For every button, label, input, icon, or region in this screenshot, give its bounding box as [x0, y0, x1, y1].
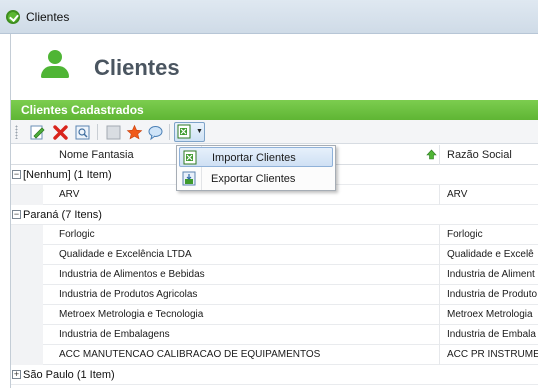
page-title: Clientes	[94, 55, 180, 80]
cell-razao-social: ACC PR INSTRUME	[447, 349, 538, 360]
group-row[interactable]: − Paraná (7 Itens)	[11, 205, 538, 225]
cell-razao-social: ARV	[447, 189, 468, 200]
group-row[interactable]: + São Paulo (1 Item)	[11, 365, 538, 385]
table-row[interactable]: Metroex Metrologia e Tecnologia Metroex …	[11, 305, 538, 325]
cell-razao-social: Industria de Aliment	[447, 269, 535, 280]
table-row[interactable]: Industria de Embalagens Industria de Emb…	[11, 325, 538, 345]
table-row[interactable]: Forlogic Forlogic	[11, 225, 538, 245]
page-header: Clientes	[11, 34, 538, 98]
cell-razao-social: Metroex Metrologia	[447, 309, 533, 320]
export-excel-button[interactable]: ▼	[174, 122, 205, 142]
cell-nome-fantasia: Industria de Produtos Agricolas	[59, 289, 198, 300]
main-frame: Clientes Clientes Cadastrados ▼ Nome Fan…	[10, 34, 538, 388]
sort-ascending-icon[interactable]	[426, 149, 437, 160]
cell-nome-fantasia: Forlogic	[59, 229, 95, 240]
export-excel-icon	[177, 124, 191, 139]
table-row[interactable]: Qualidade e Excelência LTDA Qualidade e …	[11, 245, 538, 265]
menu-item-label: Importar Clientes	[212, 152, 296, 164]
cell-nome-fantasia: Qualidade e Excelência LTDA	[59, 249, 192, 260]
toolbar-separator	[97, 124, 98, 140]
view-icon[interactable]	[74, 124, 91, 141]
cell-nome-fantasia: Industria de Alimentos e Bebidas	[59, 269, 205, 280]
column-nome-fantasia[interactable]: Nome Fantasia	[59, 145, 134, 165]
group-label: São Paulo (1 Item)	[23, 369, 115, 381]
table-row[interactable]: Industria de Produtos Agricolas Industri…	[11, 285, 538, 305]
group-label: [Nenhum] (1 Item)	[23, 169, 112, 181]
menu-item-exportar-clientes[interactable]: Exportar Clientes	[179, 169, 333, 189]
cell-nome-fantasia: ACC MANUTENCAO CALIBRACAO DE EQUIPAMENTO…	[59, 349, 321, 360]
chevron-down-icon: ▼	[196, 128, 203, 135]
expand-icon[interactable]: +	[12, 370, 21, 379]
favorite-icon[interactable]	[126, 124, 143, 141]
cell-nome-fantasia: Industria de Embalagens	[59, 329, 170, 340]
import-excel-icon	[183, 150, 197, 165]
edit-icon[interactable]	[29, 124, 46, 141]
export-dropdown-menu: Importar Clientes Exportar Clientes	[176, 145, 336, 191]
table-row[interactable]: ACC MANUTENCAO CALIBRACAO DE EQUIPAMENTO…	[11, 345, 538, 365]
window-titlebar: Clientes	[0, 0, 538, 34]
collapse-icon[interactable]: −	[12, 170, 21, 179]
window-title: Clientes	[26, 9, 70, 24]
column-razao-social[interactable]: Razão Social	[447, 145, 512, 165]
cell-nome-fantasia: Metroex Metrologia e Tecnologia	[59, 309, 204, 320]
menu-item-label: Exportar Clientes	[211, 173, 296, 185]
toolbar-grip[interactable]	[15, 125, 18, 139]
cell-razao-social: Industria de Embala	[447, 329, 536, 340]
menu-item-importar-clientes[interactable]: Importar Clientes	[179, 147, 333, 167]
app-check-icon	[6, 9, 20, 24]
delete-icon[interactable]	[52, 124, 69, 141]
table-row[interactable]: Industria de Alimentos e Bebidas Industr…	[11, 265, 538, 285]
group-label: Paraná (7 Itens)	[23, 209, 102, 221]
user-icon	[39, 50, 71, 78]
cell-razao-social: Industria de Produto	[447, 289, 538, 300]
comment-icon[interactable]	[147, 124, 164, 141]
column-separator[interactable]	[439, 145, 440, 165]
collapse-icon[interactable]: −	[12, 210, 21, 219]
cell-razao-social: Qualidade e Excelê	[447, 249, 534, 260]
panel-title: Clientes Cadastrados	[11, 100, 538, 120]
cell-razao-social: Forlogic	[447, 229, 483, 240]
toolbar: ▼	[11, 120, 538, 144]
toolbar-separator	[169, 124, 170, 140]
blank-icon[interactable]	[105, 124, 122, 141]
export-icon	[182, 171, 196, 186]
